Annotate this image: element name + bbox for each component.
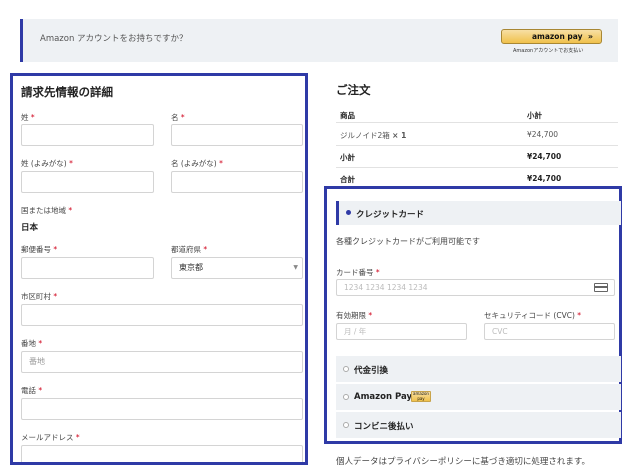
table-divider (336, 167, 618, 168)
city-input[interactable] (21, 304, 303, 326)
radio-icon (343, 394, 349, 400)
phone-label: 電話 * (21, 386, 43, 395)
first-kana-input[interactable] (171, 171, 303, 193)
prefecture-label: 都道府県 * (171, 245, 208, 254)
privacy-notice: 個人データはプライバシーポリシーに基づき適切に処理されます。 (336, 457, 590, 467)
amazon-pay-subtext: Amazonアカウントでお支払い (513, 48, 584, 54)
postcode-input[interactable] (21, 257, 154, 279)
card-number-input[interactable]: 1234 1234 1234 1234 (336, 279, 615, 296)
expiry-input[interactable]: 月 / 年 (336, 323, 467, 340)
postcode-label: 郵便番号 * (21, 245, 58, 254)
total-value: ¥24,700 (527, 174, 562, 183)
cod-label: 代金引換 (354, 366, 389, 376)
payment-option-amazon-pay[interactable]: Amazon Pay amazon pay (336, 384, 621, 410)
expiry-label: 有効期限 * (336, 311, 373, 320)
chevron-down-icon: ▼ (293, 264, 298, 271)
col-subtotal-header: 小計 (527, 111, 542, 120)
credit-card-description: 各種クレジットカードがご利用可能です (336, 237, 480, 246)
cvc-label: セキュリティコード (CVC) * (484, 311, 582, 320)
country-value: 日本 (21, 223, 39, 233)
amazon-pay-logo-icon: amazon pay (411, 391, 431, 402)
amazon-account-message: Amazon アカウントをお持ちですか？ (40, 34, 188, 44)
payment-methods: クレジットカード 各種クレジットカードがご利用可能です カード番号 * 1234… (324, 186, 622, 444)
payment-option-credit-card[interactable]: クレジットカード (336, 201, 621, 225)
first-name-input[interactable] (171, 124, 303, 146)
first-kana-label: 名 (よみがな) * (171, 159, 223, 168)
radio-icon (343, 422, 349, 428)
payment-option-convenience-store[interactable]: コンビニ後払い (336, 412, 621, 438)
last-name-input[interactable] (21, 124, 154, 146)
email-label: メールアドレス * (21, 433, 80, 442)
credit-card-label: クレジットカード (356, 210, 425, 220)
radio-selected-icon (346, 210, 351, 215)
amazon-pay-button-label: amazon pay (532, 32, 583, 41)
address-input[interactable]: 番地 (21, 351, 303, 373)
last-kana-input[interactable] (21, 171, 154, 193)
subtotal-label: 小計 (340, 153, 355, 162)
subtotal-value: ¥24,700 (527, 152, 562, 161)
first-name-label: 名 * (171, 113, 185, 122)
amazon-pay-label: Amazon Pay (354, 392, 412, 402)
country-label: 国または地域 * (21, 206, 73, 215)
city-label: 市区町村 * (21, 292, 58, 301)
total-label: 合計 (340, 175, 355, 184)
col-product-header: 商品 (340, 111, 355, 120)
radio-icon (343, 366, 349, 372)
card-number-label: カード番号 * (336, 268, 380, 277)
phone-input[interactable] (21, 398, 303, 420)
table-divider (336, 122, 618, 123)
order-item-product: ジルノイド2箱 × 1 (340, 131, 407, 140)
billing-details-section: 請求先情報の詳細 姓 * 名 * 姓 (よみがな) * 名 (よみがな) * 国… (10, 73, 308, 465)
cvc-input[interactable]: CVC (484, 323, 615, 340)
order-item-amount: ¥24,700 (527, 130, 559, 139)
table-divider (336, 145, 618, 146)
convenience-store-label: コンビニ後払い (354, 422, 414, 432)
last-name-label: 姓 * (21, 113, 35, 122)
amazon-pay-notice: Amazon アカウントをお持ちですか？ amazon pay » Amazon… (20, 19, 618, 62)
payment-option-cod[interactable]: 代金引換 (336, 356, 621, 382)
email-input[interactable] (21, 445, 303, 462)
prefecture-selected-value: 東京都 (179, 263, 203, 272)
amazon-pay-button[interactable]: amazon pay » (501, 29, 602, 44)
order-title: ご注文 (336, 83, 371, 97)
address-label: 番地 * (21, 339, 43, 348)
prefecture-select[interactable]: 東京都 ▼ (171, 257, 303, 279)
credit-card-icon (594, 283, 608, 292)
billing-title: 請求先情報の詳細 (21, 85, 113, 99)
last-kana-label: 姓 (よみがな) * (21, 159, 73, 168)
double-chevron-right-icon: » (587, 32, 593, 41)
